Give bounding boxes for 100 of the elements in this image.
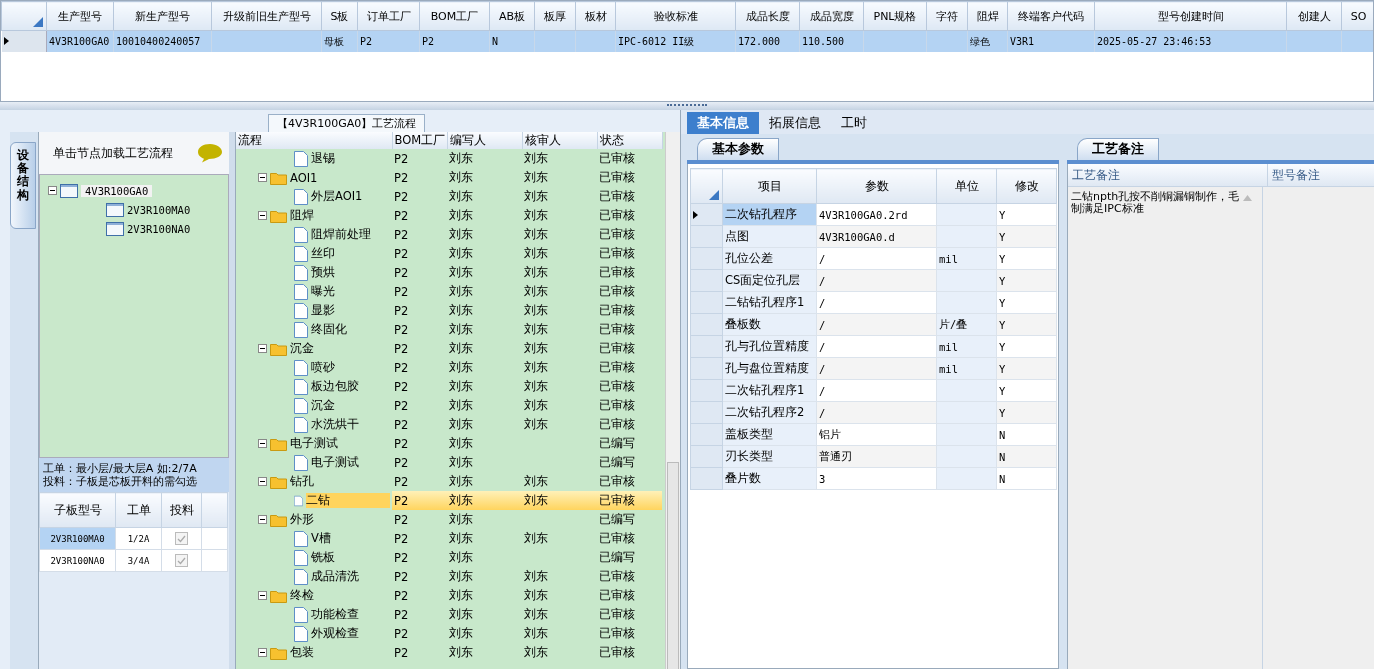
column-header[interactable]: 成品宽度 <box>799 1 864 31</box>
side-tab[interactable]: 设备结构 <box>10 142 36 229</box>
collapse-icon[interactable] <box>258 515 267 524</box>
process-row[interactable]: 电子测试 P2 刘东 已编写 <box>236 434 662 453</box>
column-header[interactable]: 生产型号 <box>46 1 114 31</box>
column-header[interactable]: SO <box>1341 1 1373 31</box>
table-cell: / <box>819 296 826 309</box>
splitter-grip-icon[interactable] <box>667 104 707 108</box>
process-row[interactable]: 阻焊前处理 P2 刘东 刘东 已审核 <box>236 225 662 244</box>
process-row[interactable]: 电子测试 P2 刘东 已编写 <box>236 453 662 472</box>
column-header[interactable]: 订单工厂 <box>357 1 420 31</box>
process-row[interactable]: 二钻 P2 刘东 刘东 已审核 <box>236 491 662 510</box>
column-header[interactable]: 项目 <box>722 168 817 204</box>
table-cell: 刘东 <box>449 626 473 640</box>
process-row[interactable]: 丝印 P2 刘东 刘东 已审核 <box>236 244 662 263</box>
tab[interactable]: 基本信息 <box>687 112 759 134</box>
column-header[interactable]: 成品长度 <box>735 1 800 31</box>
tab[interactable]: 基本参数 <box>697 138 779 160</box>
table-cell: 刘东 <box>449 151 473 165</box>
table-cell: P2 <box>394 227 409 242</box>
process-row[interactable]: AOI1 P2 刘东 刘东 已审核 <box>236 168 662 187</box>
process-row[interactable]: 喷砂 P2 刘东 刘东 已审核 <box>236 358 662 377</box>
process-row[interactable]: 水洗烘干 P2 刘东 刘东 已审核 <box>236 415 662 434</box>
tree-node[interactable]: 2V3R100MA0 <box>127 203 191 216</box>
table-cell: 刘东 <box>524 303 548 317</box>
column-header[interactable]: 单位 <box>936 168 997 204</box>
process-row[interactable]: 终检 P2 刘东 刘东 已审核 <box>236 586 662 605</box>
process-row[interactable]: 曝光 P2 刘东 刘东 已审核 <box>236 282 662 301</box>
column-header[interactable]: BOM工厂 <box>419 1 490 31</box>
collapse-icon[interactable] <box>258 591 267 600</box>
column-header[interactable]: 子板型号 <box>39 492 116 528</box>
process-row[interactable]: 成品清洗 P2 刘东 刘东 已审核 <box>236 567 662 586</box>
step-name: 电子测试 <box>311 455 359 470</box>
table-cell: 刘东 <box>449 208 473 222</box>
tab[interactable]: 工时 <box>831 112 877 134</box>
collapse-icon[interactable] <box>258 344 267 353</box>
process-row[interactable]: 预烘 P2 刘东 刘东 已审核 <box>236 263 662 282</box>
status-text: 已编写 <box>599 512 635 526</box>
process-row[interactable]: 包装 P2 刘东 刘东 已审核 <box>236 643 662 662</box>
column-header[interactable]: AB板 <box>489 1 535 31</box>
tree-node[interactable]: 2V3R100NA0 <box>127 222 191 235</box>
column-header[interactable]: 流程 <box>236 132 392 149</box>
collapse-icon[interactable] <box>258 477 267 486</box>
process-row[interactable]: 阻焊 P2 刘东 刘东 已审核 <box>236 206 662 225</box>
column-header[interactable]: 型号创建时间 <box>1094 1 1287 31</box>
column-header[interactable]: 板材 <box>575 1 616 31</box>
status-text: 已审核 <box>599 227 635 241</box>
column-header[interactable]: 阻焊 <box>967 1 1008 31</box>
column-header[interactable]: 投料 <box>161 492 202 528</box>
process-row[interactable]: 钻孔 P2 刘东 刘东 已审核 <box>236 472 662 491</box>
column-header[interactable]: PNL规格 <box>863 1 927 31</box>
process-row[interactable]: 功能检查 P2 刘东 刘东 已审核 <box>236 605 662 624</box>
column-header[interactable]: 验收标准 <box>615 1 736 31</box>
process-row[interactable]: 沉金 P2 刘东 刘东 已审核 <box>236 396 662 415</box>
column-header[interactable]: 核审人 <box>522 132 597 149</box>
process-row[interactable]: 板边包胶 P2 刘东 刘东 已审核 <box>236 377 662 396</box>
tab[interactable]: 工艺备注 <box>1077 138 1159 160</box>
table-cell: 刘东 <box>449 607 473 621</box>
column-header[interactable]: 编写人 <box>447 132 522 149</box>
column-header[interactable]: 型号备注 <box>1268 164 1374 186</box>
process-row[interactable]: 退锡 P2 刘东 刘东 已审核 <box>236 149 662 168</box>
column-header[interactable]: 新生产型号 <box>113 1 212 31</box>
tree-node[interactable]: 4V3R100GA0 <box>81 184 153 197</box>
column-header[interactable]: 参数 <box>816 168 937 204</box>
process-row[interactable]: V槽 P2 刘东 刘东 已审核 <box>236 529 662 548</box>
tab[interactable]: 拓展信息 <box>759 112 831 134</box>
column-header[interactable]: 升级前旧生产型号 <box>211 1 322 31</box>
scrollbar[interactable] <box>665 132 680 669</box>
column-header[interactable]: 工艺备注 <box>1068 164 1268 186</box>
column-header[interactable]: 状态 <box>597 132 662 149</box>
checkbox[interactable] <box>175 532 188 545</box>
collapse-icon[interactable] <box>48 186 57 195</box>
document-icon <box>294 359 308 376</box>
checkbox[interactable] <box>175 554 188 567</box>
process-row[interactable]: 沉金 P2 刘东 刘东 已审核 <box>236 339 662 358</box>
table-cell: 刘东 <box>524 531 548 545</box>
collapse-icon[interactable] <box>258 439 267 448</box>
column-header[interactable]: BOM工厂 <box>392 132 447 149</box>
column-header[interactable]: 修改 <box>996 168 1057 204</box>
process-row[interactable]: 外形 P2 刘东 已编写 <box>236 510 662 529</box>
table-cell: 刘东 <box>524 493 548 507</box>
status-text: 已审核 <box>599 360 635 374</box>
collapse-icon[interactable] <box>258 211 267 220</box>
column-header[interactable]: 工单 <box>115 492 162 528</box>
table-cell: 刘东 <box>449 227 473 241</box>
process-row[interactable]: 外观检查 P2 刘东 刘东 已审核 <box>236 624 662 643</box>
collapse-icon[interactable] <box>258 173 267 182</box>
column-header[interactable]: 终端客户代码 <box>1007 1 1095 31</box>
column-header[interactable]: 板厚 <box>534 1 576 31</box>
process-row[interactable]: 铣板 P2 刘东 已编写 <box>236 548 662 567</box>
process-row[interactable]: 显影 P2 刘东 刘东 已审核 <box>236 301 662 320</box>
process-row[interactable]: 终固化 P2 刘东 刘东 已审核 <box>236 320 662 339</box>
table-row[interactable]: 4V3R100GA0 10010400240057 母板 P2 P2 N IPC-6012 II级 172.000 110.500 绿色 V3R1 2025-05-27 23:46:53 <box>1 30 1373 52</box>
column-header[interactable]: S板 <box>321 1 358 31</box>
collapse-icon[interactable] <box>258 648 267 657</box>
column-header[interactable]: 创建人 <box>1286 1 1342 31</box>
process-row[interactable]: 外层AOI1 P2 刘东 刘东 已审核 <box>236 187 662 206</box>
document-icon <box>294 245 308 262</box>
table-cell: N <box>999 472 1006 485</box>
column-header[interactable]: 字符 <box>926 1 968 31</box>
